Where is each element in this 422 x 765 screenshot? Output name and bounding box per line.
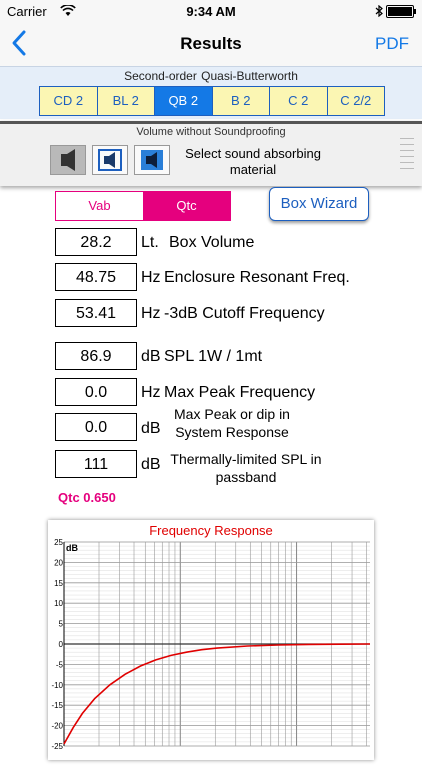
alignment-segmented-control: CD 2 BL 2 QB 2 B 2 C 2 C 2/2 — [39, 86, 385, 116]
segment-b2[interactable]: B 2 — [213, 87, 270, 115]
drag-handle-icon[interactable] — [400, 138, 414, 174]
y-tick-label: 0 — [59, 640, 64, 649]
max-peak-dip-value[interactable]: 0.0 — [55, 413, 137, 441]
toggle-vab[interactable]: Vab — [56, 192, 143, 220]
speaker-option-none[interactable] — [50, 145, 86, 175]
speaker-heavy-icon — [141, 150, 163, 170]
y-tick-label: -10 — [51, 681, 63, 690]
box-volume-label: Box Volume — [169, 234, 255, 251]
vab-qtc-toggle: Vab Qtc — [55, 191, 231, 221]
y-tick-label: -15 — [51, 701, 63, 710]
frequency-response-chart: Frequency Response 25 20 15 10 5 0 -5 -10 -15 -20-… — [48, 520, 374, 760]
box-volume-unit: Lt. — [141, 234, 159, 251]
max-peak-dip-unit: dB — [141, 420, 161, 437]
y-tick-label: 25 — [54, 538, 63, 547]
speaker-icon — [61, 149, 75, 171]
battery-icon — [386, 5, 416, 18]
status-bar: Carrier 9:34 AM — [0, 0, 422, 22]
max-peak-freq-unit: Hz — [141, 384, 161, 401]
spl-value[interactable]: 86.9 — [55, 342, 137, 370]
y-tick-label: 20 — [54, 558, 63, 567]
spl-unit: dB — [141, 348, 161, 365]
max-peak-dip-label: Max Peak or dip in System Response — [174, 406, 290, 440]
thermal-spl-label: Thermally-limited SPL in passband — [170, 451, 322, 485]
y-tick-label: 5 — [59, 620, 64, 629]
cutoff-freq-unit: Hz — [141, 305, 161, 322]
max-peak-freq-value[interactable]: 0.0 — [55, 378, 137, 406]
speaker-option-heavy[interactable] — [134, 145, 170, 175]
thermal-spl-value[interactable]: 111 — [55, 450, 137, 478]
cutoff-freq-label: -3dB Cutoff Frequency — [164, 305, 325, 322]
pdf-button[interactable]: PDF — [375, 34, 409, 54]
segment-bl2[interactable]: BL 2 — [98, 87, 155, 115]
soundproofing-label: Volume without Soundproofing — [136, 126, 286, 138]
speaker-option-light[interactable] — [92, 145, 128, 175]
max-peak-freq-label: Max Peak Frequency — [164, 384, 316, 401]
y-tick-label: -5 — [56, 660, 64, 669]
thermal-spl-unit: dB — [141, 456, 161, 473]
y-axis-label: dB — [66, 543, 78, 553]
speaker-light-icon — [98, 149, 122, 171]
bluetooth-icon — [375, 5, 383, 17]
frequency-response-svg: Frequency Response2520151050-5-10-15-20-… — [51, 523, 371, 751]
segment-c2-2[interactable]: C 2/2 — [328, 87, 385, 115]
y-tick-label: 15 — [54, 579, 63, 588]
chart-title: Frequency Response — [149, 523, 273, 538]
alignment-label: Second-order Quasi-Butterworth — [124, 69, 298, 83]
segment-cd2[interactable]: CD 2 — [40, 87, 98, 115]
response-curve — [63, 643, 371, 745]
resonant-freq-unit: Hz — [141, 269, 161, 286]
segment-c2[interactable]: C 2 — [270, 87, 328, 115]
segment-qb2[interactable]: QB 2 — [155, 87, 213, 115]
resonant-freq-value[interactable]: 48.75 — [55, 263, 137, 291]
cutoff-freq-value[interactable]: 53.41 — [55, 299, 137, 327]
navigation-bar: Results PDF — [0, 22, 422, 66]
soundproofing-instruction: Select sound absorbing material — [185, 146, 321, 177]
y-tick-label: 10 — [54, 599, 63, 608]
qtc-readout: Qtc 0.650 — [58, 490, 116, 505]
clock: 9:34 AM — [186, 4, 236, 19]
page-title: Results — [180, 34, 242, 53]
resonant-freq-label: Enclosure Resonant Freq. — [164, 269, 350, 286]
box-wizard-button[interactable]: Box Wizard — [269, 187, 369, 221]
y-tick-label: -20 — [51, 722, 63, 731]
spl-label: SPL 1W / 1mt — [164, 348, 263, 365]
toggle-qtc[interactable]: Qtc — [143, 192, 230, 220]
box-volume-value[interactable]: 28.2 — [55, 228, 137, 256]
